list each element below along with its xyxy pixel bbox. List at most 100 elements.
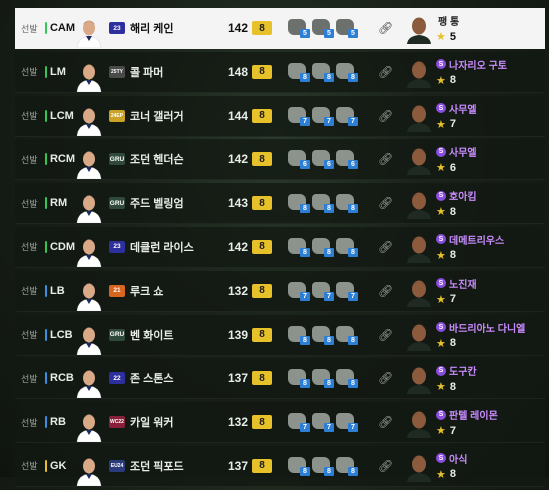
tactic-slot[interactable]: 7 [312,413,334,433]
coach-info[interactable]: S 노진재 ★ 7 [436,276,526,306]
tactic-slot[interactable]: 7 [336,413,358,433]
player-row[interactable]: 선발 LB 21 루크 쇼 132 8 777 🔗︎ S 노진재 ★ 7 [15,270,545,312]
coach-rating-value: 7 [449,293,456,306]
player-name[interactable]: 벤 화이트 [130,327,220,343]
tactic-slot[interactable]: 5 [288,19,310,38]
tactic-icons[interactable]: 7 7 7 [288,106,370,126]
player-row[interactable]: 선발 LCB GRU 벤 화이트 139 8 8 8 8 🔗︎ S 바드리아노 다니엘… [15,314,545,356]
tactic-level: 7 [348,116,358,126]
tactic-slot[interactable]: 5 [336,19,358,38]
player-row[interactable]: 선발 CDM 23 데클런 라이스 142 8 8 8 8 🔗︎ S 데메트리우스 ★… [15,226,545,268]
link-icon: 🔗︎ [378,64,394,79]
tactic-icons[interactable]: 8 8 8 [288,369,370,389]
overall-rating: 144 [227,108,248,123]
lineup-status: 선발 [21,154,38,165]
position-color-bar [45,65,47,78]
player-name[interactable]: 코너 갤러거 [130,108,220,124]
coach-info[interactable]: S 사무엘 ★ 6 [436,144,526,174]
tactic-slot[interactable]: 8 [312,369,334,389]
coach-name: S 아식 [436,451,526,466]
tactic-slot[interactable]: 7 [288,106,310,126]
coach-name: 팽 통 [436,13,526,28]
player-row[interactable]: 선발 GK EU24 조던 픽포드 137 8 888 🔗︎ S 아식 ★ 8 [15,445,545,487]
player-row[interactable]: 선발 CAM 23 해리 케인 142 8 555 🔗︎ 팽 통 ★ 5 [15,8,545,49]
tactic-slot[interactable]: 8 [312,62,334,82]
tactic-slot[interactable]: 7 [312,106,334,126]
tactic-slot[interactable]: 8 [312,456,334,476]
tactic-slot[interactable]: 8 [288,325,310,345]
tactic-level: 8 [324,466,334,476]
coach-rating-value: 7 [449,424,456,437]
tactic-slot[interactable]: 8 [288,194,310,214]
player-name[interactable]: 카일 워커 [130,414,220,430]
player-row[interactable]: 선발 LM 25TY 콜 파머 148 8 888 🔗︎ S 나자리오 구토 ★ 8 [15,51,545,93]
tactic-slot[interactable]: 7 [336,106,358,126]
coach-info[interactable]: S 호아킴 ★ 8 [436,188,526,218]
player-name[interactable]: 콜 파머 [130,64,220,80]
tactic-slot[interactable]: 8 [312,237,334,257]
tactic-icons[interactable]: 6 6 6 [288,150,370,170]
tactic-slot[interactable]: 6 [312,150,334,170]
tactic-slot[interactable]: 8 [288,237,310,257]
tactic-icons[interactable]: 5 5 5 [288,19,370,38]
tactic-icons[interactable]: 8 8 8 [288,62,370,82]
coach-info[interactable]: S 나자리오 구토 ★ 8 [436,57,526,87]
player-name[interactable]: 해리 케인 [130,20,220,36]
coach-info[interactable]: S 도구칸 ★ 8 [436,363,526,393]
coach-name: S 노진재 [436,276,526,291]
player-name[interactable]: 조던 헨더슨 [130,151,220,167]
tactic-slot[interactable]: 5 [312,19,334,38]
tactic-slot[interactable]: 8 [288,456,310,476]
player-row[interactable]: 선발 RCB 22 존 스톤스 137 8 888 🔗︎ S 도구칸 ★ 8 [15,358,545,400]
link-icon: 🔗︎ [378,108,394,123]
tactic-slot[interactable]: 8 [336,456,358,476]
position-text: RM [50,197,68,210]
player-row[interactable]: 선발 RCM GRU 조던 헨더슨 142 8 666 🔗︎ S 사무엘 ★ 6 [15,139,545,181]
tactic-slot[interactable]: 7 [288,281,310,301]
tactic-icons[interactable]: 7 7 7 [288,281,370,301]
coach-photo [404,56,434,88]
tactic-slot[interactable]: 8 [312,194,334,214]
player-row[interactable]: 선발 RM GRU 주드 벨링엄 143 8 888 🔗︎ S 호아킴 ★ 8 [15,183,545,225]
coach-info[interactable]: S 판텔 레이몬 ★ 7 [436,407,526,437]
coach-info[interactable]: 팽 통 ★ 5 [436,13,526,43]
position-text: RCB [50,372,74,385]
player-name[interactable]: 데클런 라이스 [130,239,220,255]
overall-rating: 148 [227,64,248,79]
position-label: LB [45,284,75,297]
tactic-slot[interactable]: 7 [288,413,310,433]
player-photo [75,229,103,267]
tactic-slot[interactable]: 8 [312,325,334,345]
player-name[interactable]: 조던 픽포드 [130,458,220,474]
tactic-slot[interactable]: 6 [336,150,358,170]
tactic-slot[interactable]: 8 [336,369,358,389]
tactic-icons[interactable]: 8 8 8 [288,237,370,257]
player-row[interactable]: 선발 RB WC22 카일 워커 132 8 777 🔗︎ S 판텔 레이몬 ★ 7 [15,402,545,444]
player-name[interactable]: 존 스톤스 [130,370,220,386]
tactic-slot[interactable]: 8 [336,62,358,82]
coach-info[interactable]: S 사무엘 ★ 7 [436,101,526,131]
tactic-slot[interactable]: 8 [336,325,358,345]
tactic-slot[interactable]: 6 [288,150,310,170]
coach-info[interactable]: S 바드리아노 다니엘 ★ 8 [436,320,526,350]
coach-info[interactable]: S 데메트리우스 ★ 8 [436,232,526,262]
coach-name: S 데메트리우스 [436,232,526,247]
enhance-level: 8 [252,21,272,35]
coach-info[interactable]: S 아식 ★ 8 [436,451,526,481]
tactic-icons[interactable]: 8 8 8 [288,325,370,345]
tactic-icons[interactable]: 8 8 8 [288,194,370,214]
tactic-icons[interactable]: 8 8 8 [288,456,370,476]
link-icon: 🔗︎ [378,371,394,386]
player-name[interactable]: 루크 쇼 [130,283,220,299]
tactic-slot[interactable]: 7 [312,281,334,301]
tactic-slot[interactable]: 8 [336,237,358,257]
player-name[interactable]: 주드 벨링엄 [130,195,220,211]
tactic-icons[interactable]: 7 7 7 [288,413,370,433]
coach-photo [404,143,434,176]
tactic-slot[interactable]: 8 [336,194,358,214]
tactic-slot[interactable]: 7 [336,281,358,301]
enhance-level: 8 [252,239,272,254]
tactic-slot[interactable]: 8 [288,369,310,389]
player-row[interactable]: 선발 LCM 24EP 코너 갤러거 144 8 777 🔗︎ S 사무엘 ★ 7 [15,95,545,137]
tactic-slot[interactable]: 8 [288,62,310,82]
